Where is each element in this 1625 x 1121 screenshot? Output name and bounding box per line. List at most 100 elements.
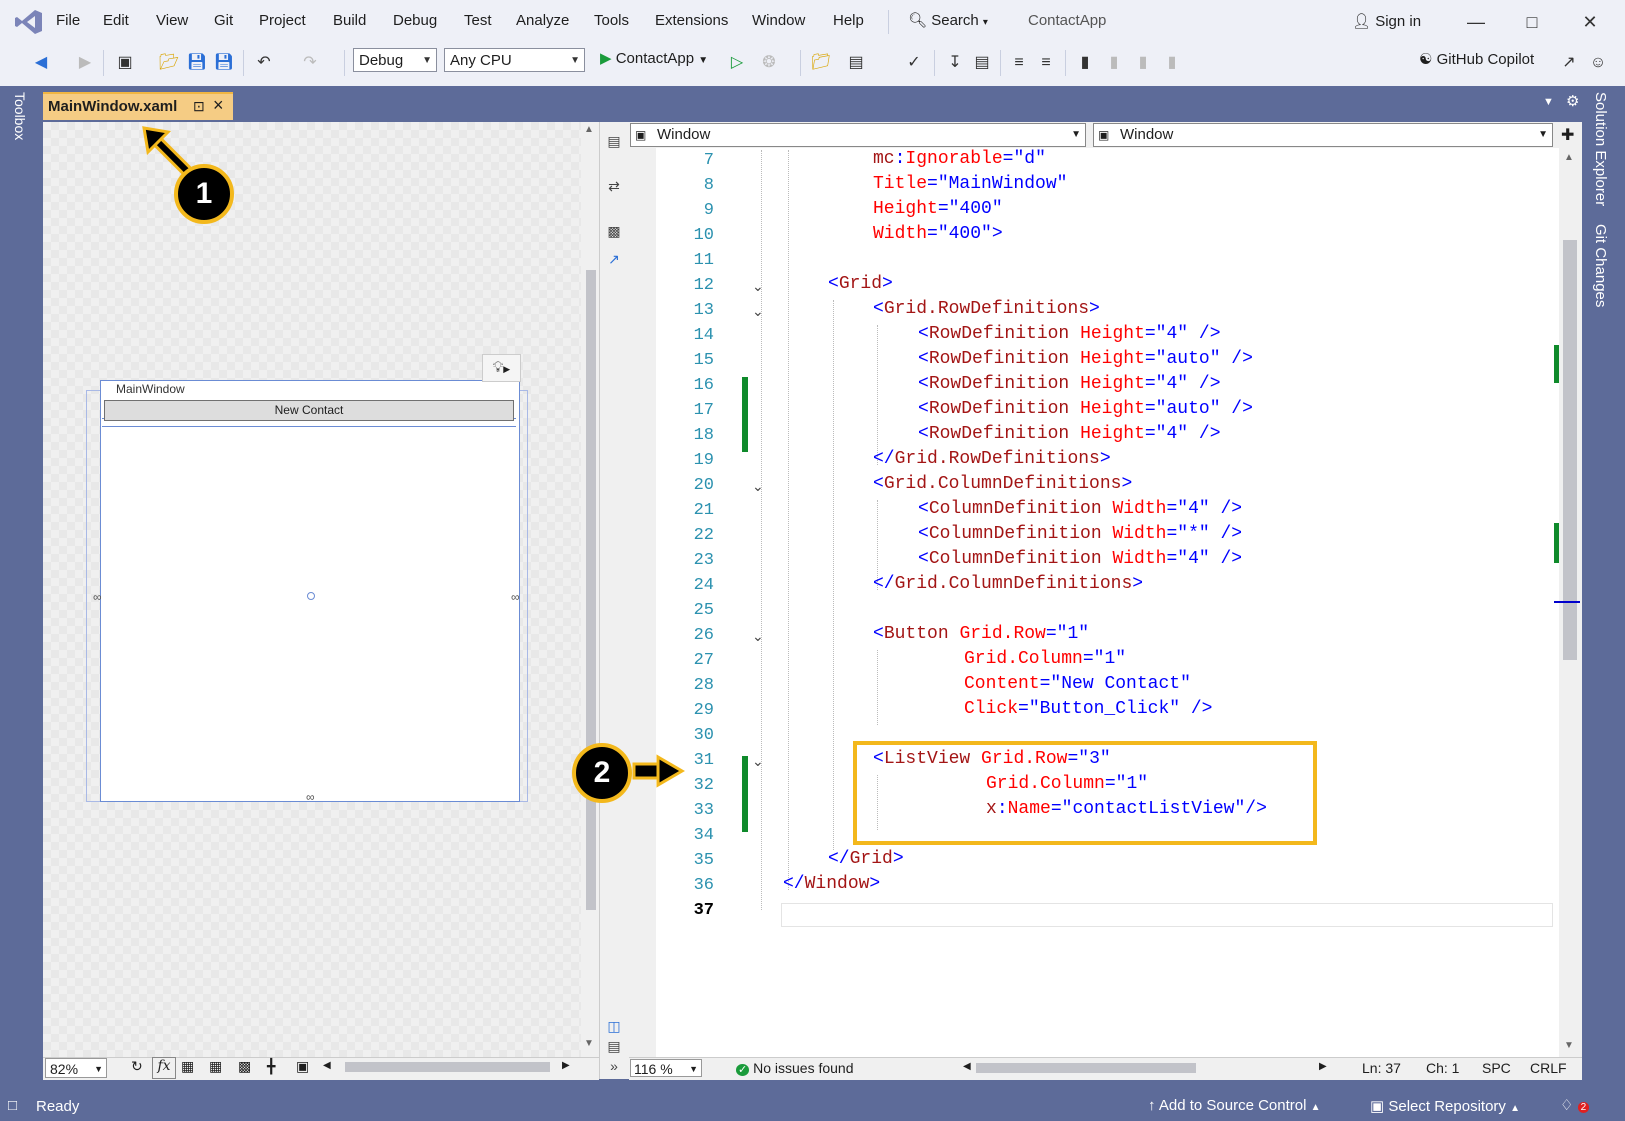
scroll-down-icon[interactable]: ▼	[584, 1038, 594, 1049]
designer-hscroll-thumb[interactable]	[345, 1062, 550, 1072]
xaml-pane-icon[interactable]: ▩	[605, 223, 623, 241]
vertical-split-icon[interactable]: ◫	[605, 1018, 623, 1036]
collapse-pane-icon[interactable]: »	[605, 1058, 623, 1076]
left-resize-handle[interactable]: ∞	[93, 590, 102, 604]
git-changes-tab[interactable]: Git Changes	[1592, 224, 1609, 307]
add-to-source-control[interactable]: ↑ Add to Source Control ▲	[1148, 1097, 1321, 1114]
issues-indicator[interactable]: ✓ No issues found	[736, 1060, 854, 1076]
center-handle[interactable]	[307, 592, 315, 600]
scroll-up-icon[interactable]: ▲	[1564, 152, 1574, 163]
fold-toggle-icon[interactable]: ⌄	[752, 753, 764, 770]
scroll-left-icon[interactable]: ◀	[963, 1061, 971, 1072]
split-editor-icon[interactable]: ✚	[1561, 125, 1574, 145]
menu-test[interactable]: Test	[464, 12, 492, 29]
spell-check-icon[interactable]: ✓	[903, 52, 925, 74]
clear-bookmarks-icon[interactable]: ▮	[1161, 52, 1183, 74]
popout-icon[interactable]: ↗	[605, 251, 623, 269]
menu-extensions[interactable]: Extensions	[655, 12, 728, 29]
grid-icon[interactable]: ▦	[181, 1058, 194, 1075]
expand-pane-icon[interactable]: ▤	[605, 133, 623, 151]
menu-window[interactable]: Window	[752, 12, 805, 29]
pin-icon[interactable]: ⊡	[193, 98, 205, 115]
hot-reload-icon[interactable]: ❂	[758, 52, 780, 74]
whitespace-mode[interactable]: SPC	[1482, 1060, 1511, 1076]
undo-icon[interactable]: ↶	[253, 52, 275, 74]
search-box[interactable]: 🔍︎ Search ▾	[908, 11, 988, 29]
menu-project[interactable]: Project	[259, 12, 306, 29]
output-icon[interactable]: □	[8, 1097, 17, 1114]
line-ending-mode[interactable]: CRLF	[1530, 1060, 1567, 1076]
fold-toggle-icon[interactable]: ⌄	[752, 478, 764, 495]
char-position[interactable]: Ch: 1	[1426, 1060, 1459, 1076]
bottom-resize-handle[interactable]: ∞	[306, 790, 315, 804]
close-window-button[interactable]: ✕	[1570, 8, 1610, 36]
menu-git[interactable]: Git	[214, 12, 233, 29]
snap-grid-icon[interactable]: ▦	[209, 1058, 222, 1075]
minimize-button[interactable]: —	[1456, 8, 1496, 36]
open-folder-icon[interactable]: 📂︎	[158, 52, 180, 74]
scroll-down-icon[interactable]: ▼	[1564, 1040, 1574, 1051]
solution-folder-icon[interactable]: 📁︎	[810, 52, 832, 74]
run-button[interactable]: ▶ ContactApp ▼	[600, 49, 708, 67]
menu-edit[interactable]: Edit	[103, 12, 129, 29]
window-layout-icon[interactable]: ▤	[845, 52, 867, 74]
line-position[interactable]: Ln: 37	[1362, 1060, 1401, 1076]
menu-tools[interactable]: Tools	[594, 12, 629, 29]
menu-debug[interactable]: Debug	[393, 12, 437, 29]
effects-toggle-button[interactable]: fx	[152, 1057, 176, 1079]
toolbox-tab[interactable]: Toolbox	[12, 92, 28, 140]
scroll-right-icon[interactable]: ▶	[1319, 1061, 1327, 1072]
scroll-left-icon[interactable]: ◀	[323, 1060, 331, 1071]
comment-icon[interactable]: ≡	[1008, 52, 1030, 74]
uncomment-icon[interactable]: ≡	[1035, 52, 1057, 74]
snap-lines-icon[interactable]: ╋	[267, 1058, 275, 1075]
select-repository[interactable]: ▣ Select Repository ▲	[1370, 1097, 1520, 1115]
fold-toggle-icon[interactable]: ⌄	[752, 303, 764, 320]
tab-list-dropdown-icon[interactable]: ▼	[1543, 96, 1554, 108]
refresh-icon[interactable]: ↻	[131, 1058, 143, 1075]
notifications-button[interactable]: ♢ 2	[1560, 1096, 1590, 1114]
device-icon[interactable]: ▣	[296, 1058, 309, 1075]
horizontal-split-icon[interactable]: ▤	[605, 1038, 623, 1056]
next-bookmark-icon[interactable]: ▮	[1132, 52, 1154, 74]
designer-zoom-combo[interactable]: 82% ▼	[45, 1058, 107, 1078]
fold-toggle-icon[interactable]: ⌄	[752, 278, 764, 295]
member-dropdown[interactable]: ▣ Window ▼	[1093, 123, 1553, 147]
maximize-button[interactable]: □	[1512, 8, 1552, 36]
save-icon[interactable]: 💾︎	[186, 52, 208, 74]
columns-icon[interactable]: ▤	[971, 52, 993, 74]
menu-build[interactable]: Build	[333, 12, 366, 29]
menu-analyze[interactable]: Analyze	[516, 12, 569, 29]
gear-icon[interactable]: ⚙	[1566, 92, 1579, 110]
save-all-icon[interactable]: 💾︎	[213, 52, 235, 74]
forward-icon[interactable]: ▶	[74, 52, 96, 74]
bookmark-icon[interactable]: ▮	[1074, 52, 1096, 74]
share-icon[interactable]: ↗	[1558, 52, 1580, 74]
swap-panes-icon[interactable]: ⇄	[605, 178, 623, 196]
menu-view[interactable]: View	[156, 12, 188, 29]
designer-scroll-thumb[interactable]	[586, 270, 596, 910]
fold-toggle-icon[interactable]: ⌄	[752, 628, 764, 645]
step-icon[interactable]: ↧	[944, 52, 966, 74]
lightbulb-icon[interactable]: 💡︎▶	[482, 354, 521, 382]
editor-hscroll-thumb[interactable]	[976, 1063, 1196, 1073]
editor-scroll-thumb[interactable]	[1563, 240, 1577, 660]
tab-mainwindow-xaml[interactable]: MainWindow.xaml ⊡ ×	[43, 92, 233, 120]
right-resize-handle[interactable]: ∞	[511, 590, 520, 604]
design-window-preview[interactable]	[100, 380, 520, 802]
sign-in-button[interactable]: 👤︎ Sign in	[1352, 12, 1421, 30]
prev-bookmark-icon[interactable]: ▮	[1103, 52, 1125, 74]
design-new-contact-button[interactable]: New Contact	[104, 400, 514, 421]
close-icon[interactable]: ×	[213, 95, 224, 116]
redo-icon[interactable]: ↷	[299, 52, 321, 74]
solution-explorer-tab[interactable]: Solution Explorer	[1592, 92, 1609, 206]
scroll-right-icon[interactable]: ▶	[562, 1060, 570, 1071]
new-project-icon[interactable]: ▣	[114, 52, 136, 74]
editor-zoom-combo[interactable]: 116 % ▼	[630, 1059, 702, 1077]
back-icon[interactable]: ◀	[30, 52, 52, 74]
feedback-icon[interactable]: ☺	[1587, 52, 1609, 74]
platform-combo[interactable]: Any CPU ▼	[444, 48, 585, 72]
menu-file[interactable]: File	[56, 12, 80, 29]
scroll-up-icon[interactable]: ▲	[584, 124, 594, 135]
type-dropdown[interactable]: ▣ Window ▼	[630, 123, 1086, 147]
